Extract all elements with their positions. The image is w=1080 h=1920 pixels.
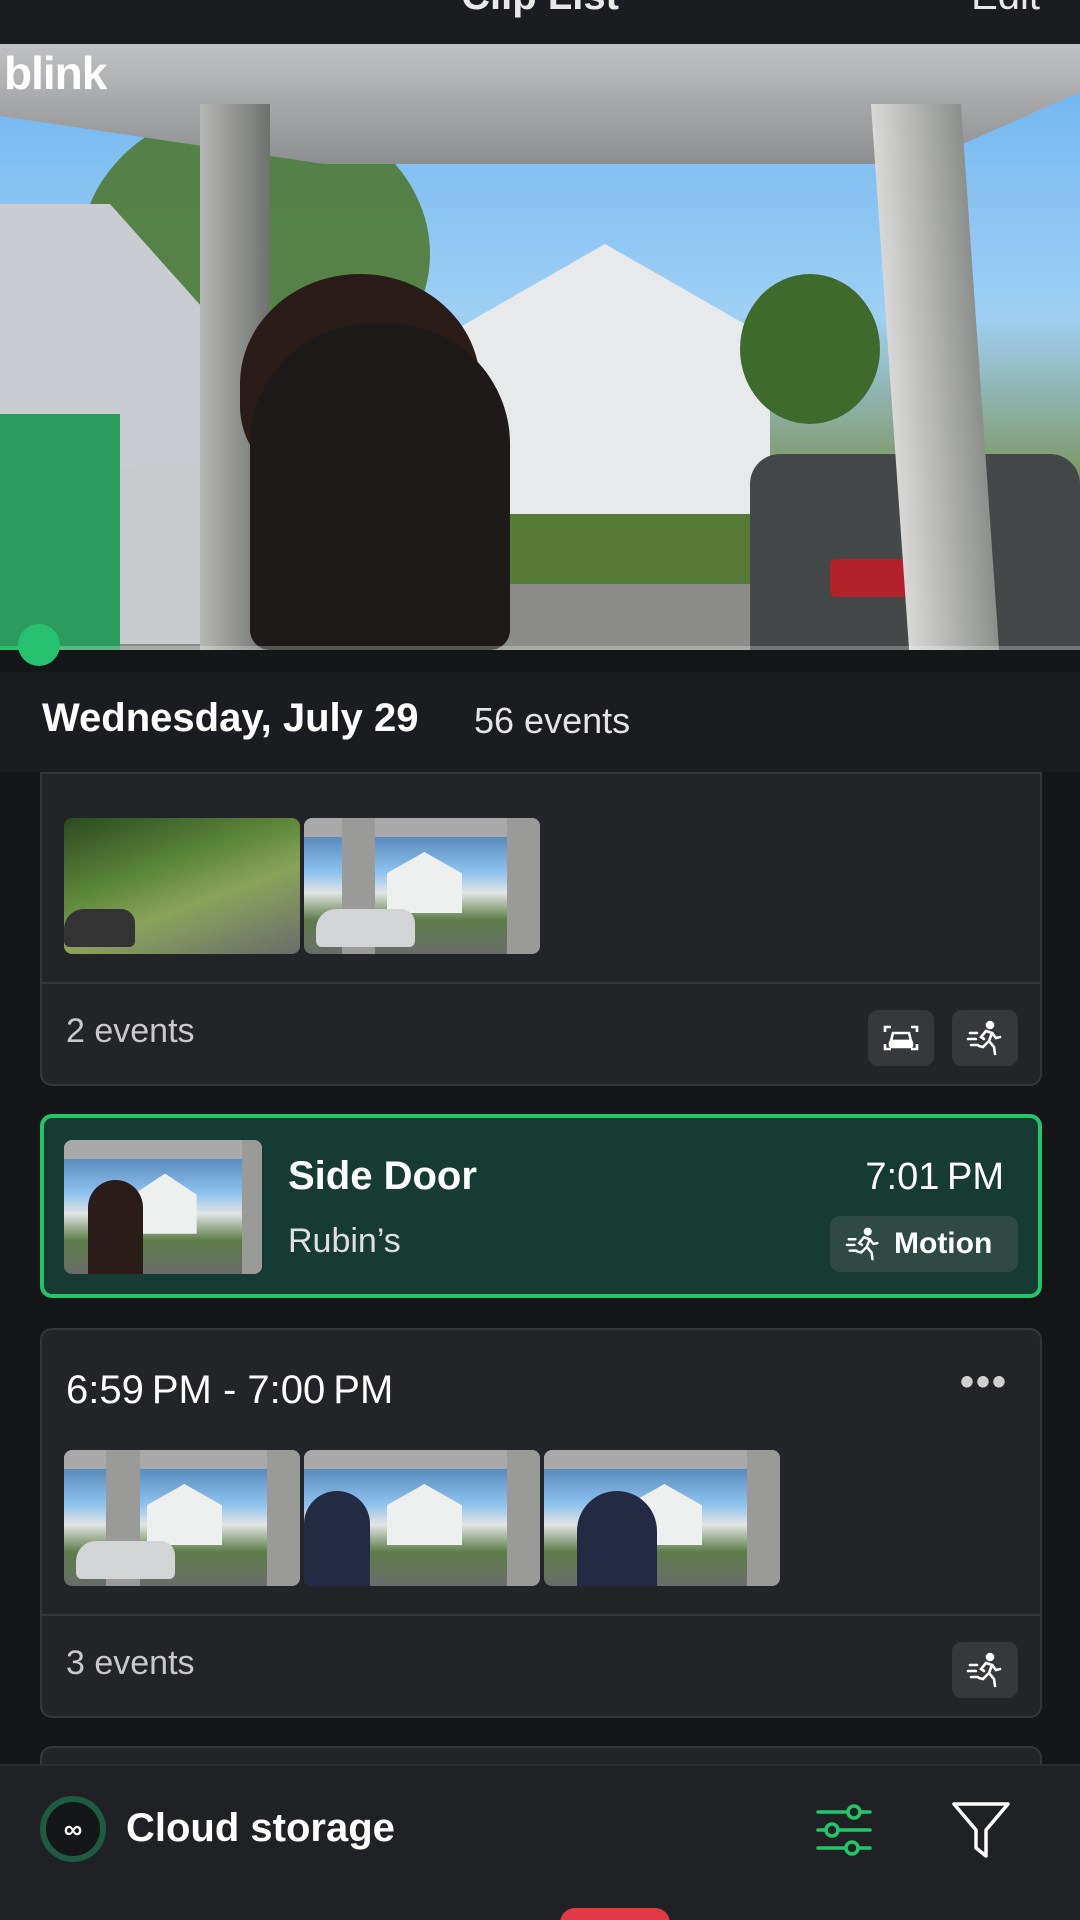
sliders-icon[interactable] [812, 1798, 876, 1862]
event-group-card[interactable]: 6:59 PM - 7:00 PM ••• 3 events [40, 1328, 1042, 1718]
video-player[interactable]: blink [0, 44, 1080, 650]
thumbnail-porch-post [506, 1450, 540, 1586]
thumbnail-house [146, 1484, 223, 1546]
date-group-event-count: 56 events [474, 700, 631, 741]
thumbnail-porch-roof [64, 1450, 300, 1470]
thumbnail-person [577, 1490, 658, 1586]
site-name: Rubin’s [288, 1222, 401, 1260]
thumbnail-person [87, 1180, 144, 1274]
thumbnail-porch-post [242, 1140, 262, 1274]
camera-name: Side Door [288, 1154, 477, 1198]
motion-tag: Motion [830, 1216, 1018, 1272]
selected-clip-card[interactable]: Side Door Rubin’s 7:01 PM Motion [40, 1114, 1042, 1298]
thumbnail-porch-post [746, 1450, 780, 1586]
more-options-icon[interactable]: ••• [960, 1360, 1008, 1405]
top-nav-bar: Clip List Edit [0, 0, 1080, 44]
thumbnail-porch-roof [304, 818, 540, 838]
motion-icon [952, 1642, 1018, 1698]
motion-tag-label: Motion [894, 1227, 993, 1260]
card-divider [42, 1614, 1040, 1616]
motion-icon [952, 1010, 1018, 1066]
event-group-card[interactable]: 2 events [40, 772, 1042, 1086]
clip-time: 7:01 PM [865, 1156, 1004, 1198]
thumbnail-house [386, 852, 463, 914]
event-thumbnail[interactable] [304, 818, 540, 954]
event-group-time-range: 6:59 PM - 7:00 PM [66, 1368, 394, 1412]
edit-button[interactable]: Edit [971, 0, 1040, 19]
card-divider [42, 982, 1040, 984]
thumbnail-person [304, 1490, 371, 1586]
bottom-toolbar: ∞ Cloud storage [0, 1764, 1080, 1920]
funnel-icon[interactable] [950, 1798, 1012, 1862]
date-group-header: Wednesday, July 29 56 events [0, 672, 1080, 772]
thumbnail-porch-post [506, 818, 540, 954]
playback-scrubber-track[interactable] [0, 646, 1080, 650]
vehicle-icon [868, 1010, 934, 1066]
page-title: Clip List [0, 0, 1080, 19]
event-thumbnail[interactable] [64, 1450, 300, 1586]
thumbnail-porch-roof [304, 1450, 540, 1470]
video-frame-person [250, 324, 510, 650]
thumbnail-house [386, 1484, 463, 1546]
video-frame-object [0, 414, 120, 650]
thumbnail-porch-post [266, 1450, 300, 1586]
event-thumbnail[interactable] [64, 818, 300, 954]
thumbnail-car [315, 909, 415, 948]
thumbnail-object [64, 909, 135, 948]
event-thumbnail[interactable] [544, 1450, 780, 1586]
blink-logo: blink [4, 47, 107, 99]
date-group-day: Wednesday, July 29 [42, 696, 419, 740]
motion-icon [845, 1227, 879, 1261]
video-frame-tree [740, 274, 880, 424]
thumbnail-porch-roof [544, 1450, 780, 1470]
cloud-storage-label[interactable]: Cloud storage [126, 1806, 395, 1851]
thumbnail-car [75, 1541, 175, 1580]
thumbnail-porch-roof [64, 1140, 262, 1159]
clip-thumbnail[interactable] [64, 1140, 262, 1274]
event-thumbnail[interactable] [304, 1450, 540, 1586]
event-group-count: 2 events [66, 1012, 195, 1050]
event-group-count: 3 events [66, 1644, 195, 1682]
playback-scrubber-handle[interactable] [18, 624, 60, 666]
cloud-storage-icon[interactable]: ∞ [40, 1796, 106, 1862]
notification-badge [560, 1908, 670, 1920]
